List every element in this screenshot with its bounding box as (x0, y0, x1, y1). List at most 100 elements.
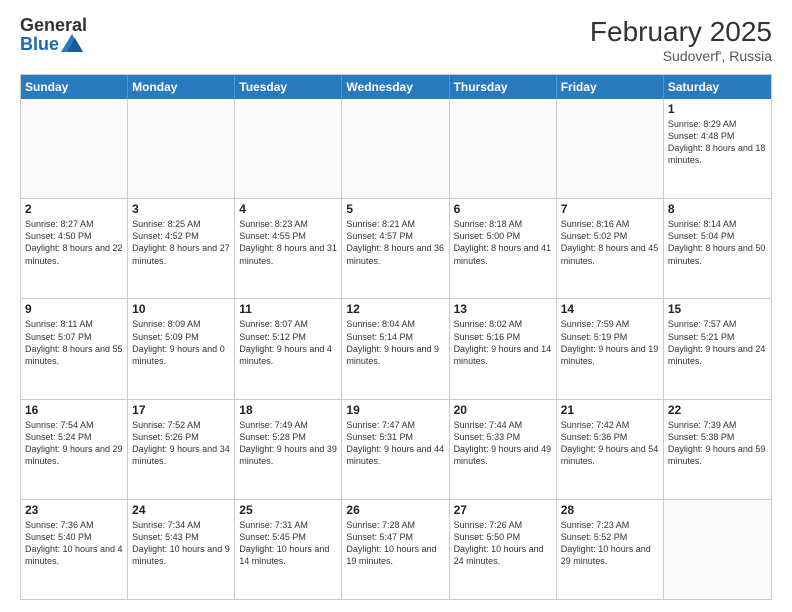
day-number: 22 (668, 403, 767, 417)
calendar-cell: 15 Sunrise: 7:57 AM Sunset: 5:21 PM Dayli… (664, 299, 771, 398)
day-number: 16 (25, 403, 123, 417)
day-number: 13 (454, 302, 552, 316)
day-info: Sunrise: 7:49 AM Sunset: 5:28 PM Dayligh… (239, 419, 337, 468)
day-info: Sunrise: 7:57 AM Sunset: 5:21 PM Dayligh… (668, 318, 767, 367)
day-number: 19 (346, 403, 444, 417)
day-number: 1 (668, 102, 767, 116)
calendar-cell: 7Sunrise: 8:16 AM Sunset: 5:02 PM Daylig… (557, 199, 664, 298)
calendar-row-2: 2 Sunrise: 8:27 AM Sunset: 4:50 PM Daylig… (21, 199, 771, 299)
calendar-cell: 5 Sunrise: 8:21 AM Sunset: 4:57 PM Daylig… (342, 199, 449, 298)
calendar-cell: 1 Sunrise: 8:29 AM Sunset: 4:48 PM Daylig… (664, 99, 771, 198)
logo-general: General (20, 16, 87, 34)
day-info: Sunrise: 8:23 AM Sunset: 4:55 PM Dayligh… (239, 218, 337, 267)
day-info: Sunrise: 7:59 AM Sunset: 5:19 PM Dayligh… (561, 318, 659, 367)
calendar-cell (21, 99, 128, 198)
day-number: 12 (346, 302, 444, 316)
day-info: Sunrise: 8:25 AM Sunset: 4:52 PM Dayligh… (132, 218, 230, 267)
calendar-cell: 2 Sunrise: 8:27 AM Sunset: 4:50 PM Daylig… (21, 199, 128, 298)
day-info: Sunrise: 7:44 AM Sunset: 5:33 PM Dayligh… (454, 419, 552, 468)
logo-icon (61, 34, 83, 52)
calendar-body: 1 Sunrise: 8:29 AM Sunset: 4:48 PM Daylig… (21, 99, 771, 599)
day-info: Sunrise: 8:11 AM Sunset: 5:07 PM Dayligh… (25, 318, 123, 367)
calendar-cell: 14 Sunrise: 7:59 AM Sunset: 5:19 PM Dayli… (557, 299, 664, 398)
day-number: 27 (454, 503, 552, 517)
logo-blue: Blue (20, 35, 59, 53)
day-info: Sunrise: 7:47 AM Sunset: 5:31 PM Dayligh… (346, 419, 444, 468)
day-number: 8 (668, 202, 767, 216)
calendar-header: Sunday Monday Tuesday Wednesday Thursday… (21, 75, 771, 99)
day-info: Sunrise: 7:23 AM Sunset: 5:52 PM Dayligh… (561, 519, 659, 568)
day-info: Sunrise: 7:28 AM Sunset: 5:47 PM Dayligh… (346, 519, 444, 568)
day-number: 25 (239, 503, 337, 517)
calendar-cell (342, 99, 449, 198)
logo: General Blue (20, 16, 87, 54)
calendar-cell (128, 99, 235, 198)
day-info: Sunrise: 7:54 AM Sunset: 5:24 PM Dayligh… (25, 419, 123, 468)
calendar-cell: 20 Sunrise: 7:44 AM Sunset: 5:33 PM Dayli… (450, 400, 557, 499)
day-info: Sunrise: 7:52 AM Sunset: 5:26 PM Dayligh… (132, 419, 230, 468)
day-info: Sunrise: 8:21 AM Sunset: 4:57 PM Dayligh… (346, 218, 444, 267)
calendar-cell: 3Sunrise: 8:25 AM Sunset: 4:52 PM Daylig… (128, 199, 235, 298)
calendar-cell (664, 500, 771, 599)
page: General Blue February 2025 Sudoverf', Ru… (0, 0, 792, 612)
day-number: 28 (561, 503, 659, 517)
day-info: Sunrise: 7:31 AM Sunset: 5:45 PM Dayligh… (239, 519, 337, 568)
calendar-cell (557, 99, 664, 198)
title-block: February 2025 Sudoverf', Russia (590, 16, 772, 64)
calendar-cell: 17 Sunrise: 7:52 AM Sunset: 5:26 PM Dayli… (128, 400, 235, 499)
day-number: 17 (132, 403, 230, 417)
day-number: 14 (561, 302, 659, 316)
day-number: 5 (346, 202, 444, 216)
calendar-cell: 19 Sunrise: 7:47 AM Sunset: 5:31 PM Dayli… (342, 400, 449, 499)
day-number: 2 (25, 202, 123, 216)
logo-text: General Blue (20, 16, 87, 54)
day-info: Sunrise: 8:29 AM Sunset: 4:48 PM Dayligh… (668, 118, 767, 167)
day-info: Sunrise: 7:42 AM Sunset: 5:36 PM Dayligh… (561, 419, 659, 468)
day-info: Sunrise: 7:36 AM Sunset: 5:40 PM Dayligh… (25, 519, 123, 568)
calendar-cell: 26Sunrise: 7:28 AM Sunset: 5:47 PM Dayli… (342, 500, 449, 599)
month-title: February 2025 (590, 16, 772, 48)
calendar-cell: 16 Sunrise: 7:54 AM Sunset: 5:24 PM Dayli… (21, 400, 128, 499)
day-number: 18 (239, 403, 337, 417)
calendar-cell: 4Sunrise: 8:23 AM Sunset: 4:55 PM Daylig… (235, 199, 342, 298)
day-number: 15 (668, 302, 767, 316)
location-title: Sudoverf', Russia (590, 48, 772, 64)
day-number: 21 (561, 403, 659, 417)
calendar-row-4: 16 Sunrise: 7:54 AM Sunset: 5:24 PM Dayli… (21, 400, 771, 500)
day-info: Sunrise: 8:04 AM Sunset: 5:14 PM Dayligh… (346, 318, 444, 367)
day-info: Sunrise: 8:07 AM Sunset: 5:12 PM Dayligh… (239, 318, 337, 367)
day-info: Sunrise: 8:02 AM Sunset: 5:16 PM Dayligh… (454, 318, 552, 367)
day-info: Sunrise: 8:09 AM Sunset: 5:09 PM Dayligh… (132, 318, 230, 367)
header-tuesday: Tuesday (235, 75, 342, 99)
calendar-row-1: 1 Sunrise: 8:29 AM Sunset: 4:48 PM Daylig… (21, 99, 771, 199)
calendar-row-3: 9 Sunrise: 8:11 AM Sunset: 5:07 PM Daylig… (21, 299, 771, 399)
day-number: 20 (454, 403, 552, 417)
calendar-cell: 11Sunrise: 8:07 AM Sunset: 5:12 PM Dayli… (235, 299, 342, 398)
calendar-cell: 18 Sunrise: 7:49 AM Sunset: 5:28 PM Dayli… (235, 400, 342, 499)
day-info: Sunrise: 7:26 AM Sunset: 5:50 PM Dayligh… (454, 519, 552, 568)
header-wednesday: Wednesday (342, 75, 449, 99)
calendar-cell: 21 Sunrise: 7:42 AM Sunset: 5:36 PM Dayli… (557, 400, 664, 499)
header-thursday: Thursday (450, 75, 557, 99)
day-info: Sunrise: 8:27 AM Sunset: 4:50 PM Dayligh… (25, 218, 123, 267)
day-info: Sunrise: 8:14 AM Sunset: 5:04 PM Dayligh… (668, 218, 767, 267)
calendar: Sunday Monday Tuesday Wednesday Thursday… (20, 74, 772, 600)
calendar-cell (235, 99, 342, 198)
day-info: Sunrise: 7:39 AM Sunset: 5:38 PM Dayligh… (668, 419, 767, 468)
day-number: 23 (25, 503, 123, 517)
calendar-cell: 28 Sunrise: 7:23 AM Sunset: 5:52 PM Dayli… (557, 500, 664, 599)
calendar-cell: 24Sunrise: 7:34 AM Sunset: 5:43 PM Dayli… (128, 500, 235, 599)
day-number: 9 (25, 302, 123, 316)
calendar-row-5: 23 Sunrise: 7:36 AM Sunset: 5:40 PM Dayli… (21, 500, 771, 599)
calendar-cell: 12 Sunrise: 8:04 AM Sunset: 5:14 PM Dayli… (342, 299, 449, 398)
page-header: General Blue February 2025 Sudoverf', Ru… (20, 16, 772, 64)
calendar-cell: 8 Sunrise: 8:14 AM Sunset: 5:04 PM Daylig… (664, 199, 771, 298)
calendar-cell: 22 Sunrise: 7:39 AM Sunset: 5:38 PM Dayli… (664, 400, 771, 499)
day-number: 10 (132, 302, 230, 316)
calendar-cell: 25 Sunrise: 7:31 AM Sunset: 5:45 PM Dayli… (235, 500, 342, 599)
day-info: Sunrise: 8:18 AM Sunset: 5:00 PM Dayligh… (454, 218, 552, 267)
calendar-cell: 27 Sunrise: 7:26 AM Sunset: 5:50 PM Dayli… (450, 500, 557, 599)
header-sunday: Sunday (21, 75, 128, 99)
day-number: 6 (454, 202, 552, 216)
header-monday: Monday (128, 75, 235, 99)
